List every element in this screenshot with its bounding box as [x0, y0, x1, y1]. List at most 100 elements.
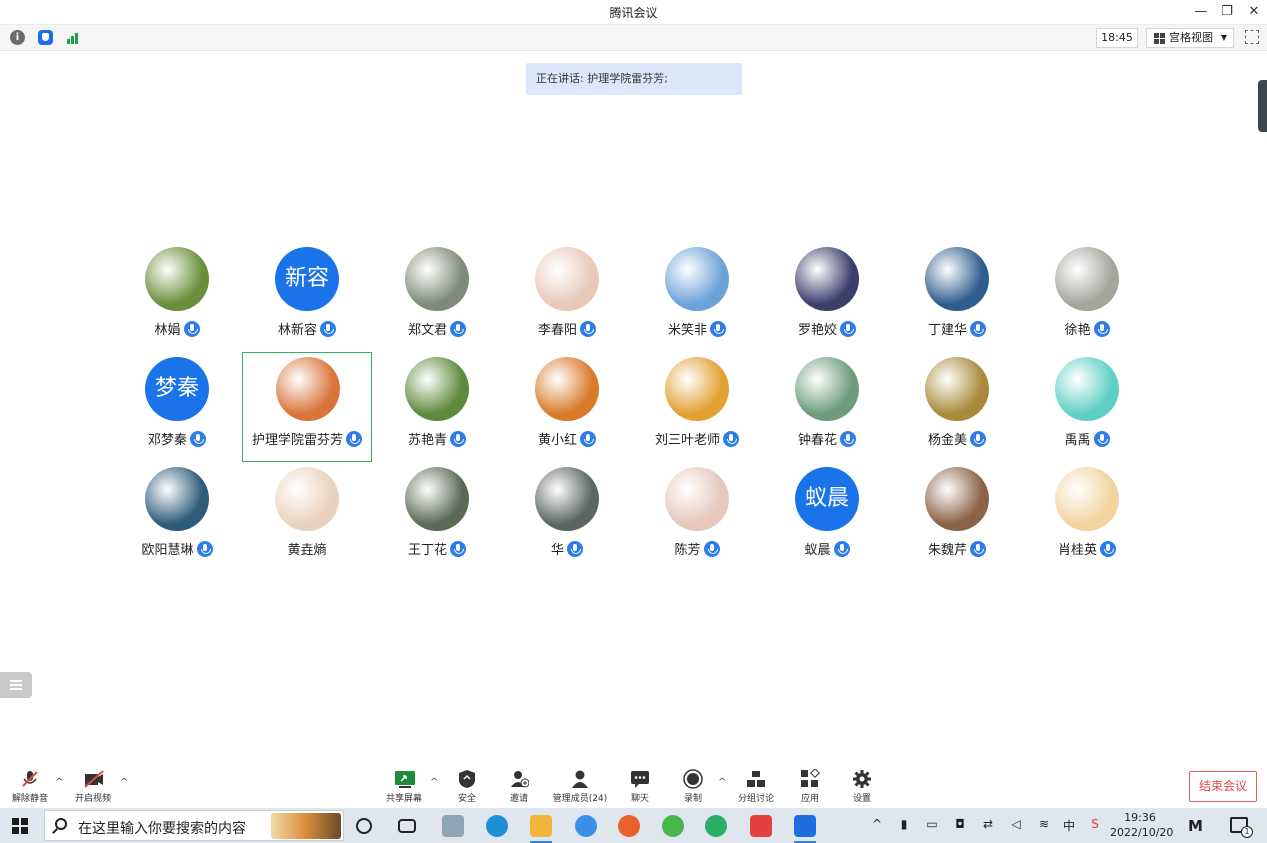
participant-tile[interactable]: 杨金美 — [892, 353, 1022, 463]
restore-button[interactable]: ❐ — [1216, 2, 1238, 22]
m-app-icon[interactable]: M — [1188, 817, 1203, 835]
app-icon-blue[interactable] — [575, 815, 597, 837]
invite-button[interactable]: 邀请 — [504, 769, 534, 804]
notification-center-icon[interactable]: 1 — [1230, 817, 1253, 838]
share-screen-button[interactable]: 共享屏幕 — [383, 769, 425, 804]
windows-start-icon[interactable] — [12, 818, 28, 834]
participant-avatar — [1055, 467, 1119, 531]
participant-tile[interactable]: 王丁花 — [372, 463, 502, 573]
view-switch-button[interactable]: 宫格视图 ▼ — [1146, 28, 1234, 48]
share-options-caret[interactable]: ^ — [430, 777, 438, 788]
participant-name-row: 丁建华 — [892, 319, 1022, 338]
participant-avatar — [665, 467, 729, 531]
participant-tile[interactable]: 华 — [502, 463, 632, 573]
participant-name-row: 林娟 — [112, 319, 242, 338]
firefox-icon[interactable] — [618, 815, 640, 837]
participant-name-row: 黄小红 — [502, 429, 632, 448]
taskbar-clock[interactable]: 19:36 2022/10/20 — [1110, 810, 1173, 840]
participant-avatar — [925, 467, 989, 531]
wps-office-icon[interactable] — [750, 815, 772, 837]
mic-icon — [1100, 541, 1116, 557]
participant-tile[interactable]: 钟春花 — [762, 353, 892, 463]
participant-tile[interactable]: 林娟 — [112, 243, 242, 353]
wechat-icon[interactable] — [705, 815, 727, 837]
active-speaker-banner: 正在讲话: 护理学院雷芬芳; — [526, 63, 742, 95]
app-icon-control-panel[interactable] — [442, 815, 464, 837]
volume-icon[interactable]: ◁ — [1009, 817, 1023, 833]
chat-button[interactable]: 聊天 — [625, 769, 655, 804]
ime-indicator[interactable]: 中 — [1062, 817, 1076, 833]
participant-avatar — [795, 247, 859, 311]
battery-tray-icon[interactable]: ▭ — [925, 817, 939, 833]
end-meeting-button[interactable]: 结束会议 — [1189, 771, 1257, 802]
side-panel-handle[interactable] — [1258, 80, 1267, 132]
participant-name-row: 苏艳青 — [372, 429, 502, 448]
participant-tile[interactable]: 徐艳 — [1022, 243, 1152, 353]
settings-button[interactable]: 设置 — [847, 769, 877, 804]
participant-tile[interactable]: 郑文君 — [372, 243, 502, 353]
participant-tile[interactable]: 禹禹 — [1022, 353, 1152, 463]
wifi-icon[interactable]: ≋ — [1037, 817, 1051, 833]
breakout-rooms-button[interactable]: 分组讨论 — [736, 769, 776, 804]
participant-name-row: 罗艳姣 — [762, 319, 892, 338]
edge-browser-icon[interactable] — [486, 815, 508, 837]
microphone-tray-icon[interactable]: ▮ — [897, 817, 911, 833]
sogou-input-icon[interactable]: S — [1088, 817, 1102, 833]
participant-tile[interactable]: 蚁晨 蚁晨 — [762, 463, 892, 573]
network-switch-icon[interactable]: ⇄ — [981, 817, 995, 833]
participant-tile[interactable]: 黄垚熵 — [242, 463, 372, 573]
participant-tile[interactable]: 苏艳青 — [372, 353, 502, 463]
window-title-bar: 腾讯会议 — ❐ ✕ — [0, 0, 1267, 25]
participant-name-row: 华 — [502, 539, 632, 558]
participant-tile[interactable]: 罗艳姣 — [762, 243, 892, 353]
participant-avatar — [276, 357, 340, 421]
security-button[interactable]: 安全 — [452, 769, 482, 804]
info-icon[interactable]: i — [10, 30, 25, 45]
participant-tile[interactable]: 朱魏芹 — [892, 463, 1022, 573]
participant-tile[interactable]: 陈芳 — [632, 463, 762, 573]
mic-icon — [833, 541, 850, 557]
close-button[interactable]: ✕ — [1243, 2, 1265, 22]
meeting-top-bar: i 18:45 宫格视图 ▼ — [0, 25, 1267, 51]
participant-name: 禹禹 — [1064, 433, 1091, 448]
list-toggle-button[interactable] — [0, 672, 32, 698]
participant-tile[interactable]: 梦秦 邓梦秦 — [112, 353, 242, 463]
audio-options-caret[interactable]: ^ — [55, 777, 63, 788]
search-highlight-image — [271, 813, 341, 839]
participant-tile[interactable]: 欧阳慧琳 — [112, 463, 242, 573]
participant-tile[interactable]: 丁建华 — [892, 243, 1022, 353]
signal-icon[interactable] — [65, 30, 80, 45]
participant-tile[interactable]: 黄小红 — [502, 353, 632, 463]
record-options-caret[interactable]: ^ — [718, 777, 726, 788]
record-button[interactable]: 录制 — [678, 769, 708, 804]
participant-tile[interactable]: 护理学院雷芬芳 — [242, 352, 372, 462]
task-view-icon[interactable] — [398, 819, 416, 833]
mic-icon — [567, 541, 583, 557]
taskbar-search-box[interactable]: 在这里输入你要搜索的内容 — [44, 810, 344, 841]
camera-off-icon — [83, 769, 104, 789]
manage-members-button[interactable]: 管理成员(24) — [550, 769, 610, 804]
ie-browser-icon[interactable] — [662, 815, 684, 837]
participant-name: 邓梦秦 — [147, 433, 187, 448]
file-explorer-icon[interactable] — [530, 815, 552, 843]
show-hidden-icons-caret[interactable]: ^ — [870, 817, 884, 833]
participant-name: 丁建华 — [927, 323, 967, 338]
participant-tile[interactable]: 刘三叶老师 — [632, 353, 762, 463]
tencent-meeting-icon[interactable] — [794, 815, 816, 843]
cortana-icon[interactable] — [356, 818, 372, 834]
participant-tile[interactable]: 新容 林新容 — [242, 243, 372, 353]
shield-icon[interactable] — [38, 30, 53, 45]
start-video-button[interactable]: 开启视频 — [73, 769, 113, 804]
participant-tile[interactable]: 米笑非 — [632, 243, 762, 353]
minimize-button[interactable]: — — [1190, 2, 1212, 22]
video-options-caret[interactable]: ^ — [120, 777, 128, 788]
fullscreen-icon[interactable] — [1245, 30, 1259, 44]
meeting-toolbar: 解除静音 ^ 开启视频 ^ 共享屏幕 ^ 安全 邀请 管理成员(24) 聊天 录… — [0, 765, 1267, 808]
apps-button[interactable]: 应用 — [795, 768, 825, 804]
participant-tile[interactable]: 肖桂英 — [1022, 463, 1152, 573]
participant-tile[interactable]: 李春阳 — [502, 243, 632, 353]
unmute-button[interactable]: 解除静音 — [10, 769, 50, 804]
camera-tray-icon[interactable]: ◘ — [953, 817, 967, 833]
mic-icon — [196, 541, 213, 557]
participant-name: 徐艳 — [1064, 323, 1091, 338]
